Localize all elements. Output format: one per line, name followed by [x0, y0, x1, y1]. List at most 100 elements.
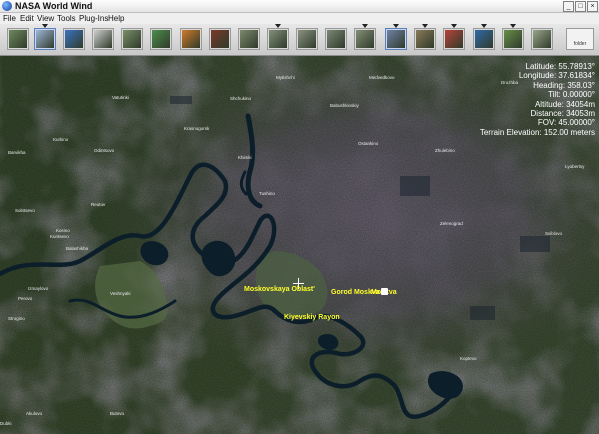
town-label[interactable]: Vatutinki [112, 95, 129, 100]
dropdown-arrow-icon[interactable] [451, 24, 457, 28]
folder-label: folder [573, 41, 587, 47]
town-label[interactable]: Izmaylovo [28, 286, 48, 291]
layer-weather-icon [182, 30, 200, 48]
layer-weather-button[interactable] [180, 28, 202, 50]
town-label[interactable]: Babushkinskiy [330, 103, 359, 108]
town-label[interactable]: Butovo [110, 411, 124, 416]
dropdown-arrow-icon[interactable] [393, 24, 399, 28]
readout-line: Altitude: 34054m [534, 99, 595, 109]
satellite-button[interactable] [7, 28, 29, 50]
grid-button[interactable] [34, 28, 56, 50]
menu-bar: File Edit View Tools Plug-Ins Help [0, 13, 599, 24]
town-label[interactable]: Mytishchi [276, 75, 295, 80]
magnifier-icon [94, 30, 112, 48]
position-readout: Latitude: 55.78913° Longitude: 37.61834° H… [480, 62, 595, 137]
layer-scene-button[interactable] [267, 28, 289, 50]
application-window: NASA World Wind _ □ × File Edit View Too… [0, 0, 599, 434]
town-label[interactable]: Akulovo [26, 411, 42, 416]
layer-scene-button[interactable] [238, 28, 260, 50]
dropdown-arrow-icon[interactable] [362, 24, 368, 28]
place-names-button[interactable] [531, 28, 553, 50]
compass-button[interactable] [473, 28, 495, 50]
layer-scene-icon [356, 30, 374, 48]
menu-help[interactable]: Help [108, 13, 124, 24]
town-label[interactable]: Solntsevo [15, 208, 35, 213]
window-title: NASA World Wind [15, 1, 93, 11]
layer-city-icon [387, 30, 405, 48]
town-label[interactable]: Reutov [91, 202, 105, 207]
town-label[interactable]: Zhulebino [435, 148, 455, 153]
town-label[interactable]: Strogino [8, 316, 25, 321]
close-button[interactable]: × [587, 1, 598, 12]
town-label[interactable]: Krasnogorsk [184, 126, 209, 131]
layer-scene-icon [298, 30, 316, 48]
globe-button[interactable] [63, 28, 85, 50]
readout-line: Longitude: 37.61834° [518, 71, 595, 81]
town-label[interactable]: Shchukino [230, 96, 251, 101]
world-wind-globe-icon [2, 1, 12, 11]
toolbar: folder [0, 24, 599, 56]
town-label[interactable]: Lyubertsy [565, 164, 584, 169]
town-label[interactable]: Sviblovo [545, 231, 562, 236]
town-label[interactable]: Kosino [56, 228, 70, 233]
dropdown-arrow-icon[interactable] [275, 24, 281, 28]
town-label[interactable]: Zelenograd [440, 221, 463, 226]
readout-line: Heading: 358.03° [533, 80, 595, 90]
grid-icon [36, 30, 54, 48]
maximize-button[interactable]: □ [575, 1, 586, 12]
menu-file[interactable]: File [3, 13, 16, 24]
folder-button[interactable]: folder [566, 28, 594, 50]
dropdown-arrow-icon[interactable] [510, 24, 516, 28]
dropdown-arrow-icon[interactable] [422, 24, 428, 28]
layer-scene-icon [269, 30, 287, 48]
minimize-button[interactable]: _ [563, 1, 574, 12]
layer-map-button[interactable] [150, 28, 172, 50]
menu-tools[interactable]: Tools [57, 13, 76, 24]
dropdown-arrow-icon[interactable] [481, 24, 487, 28]
readout-line: Terrain Elevation: 152.00 meters [479, 127, 595, 137]
layer-flag-button[interactable] [443, 28, 465, 50]
usa-map-icon [504, 30, 522, 48]
town-label[interactable]: Veshnyaki [110, 291, 131, 296]
town-label[interactable]: Khimki [238, 155, 252, 160]
town-label[interactable]: Tushino [259, 191, 275, 196]
usa-map-button[interactable] [502, 28, 524, 50]
satellite-icon [9, 30, 27, 48]
readout-line: FOV: 45.00000° [537, 118, 595, 128]
town-label[interactable]: Odintsovo [94, 148, 114, 153]
layer-scene-button[interactable] [325, 28, 347, 50]
town-label[interactable]: Koptevo [460, 356, 477, 361]
town-label[interactable]: Barvikha [8, 150, 26, 155]
town-label[interactable]: Kuntsevo [50, 234, 69, 239]
town-label[interactable]: Kurkino [53, 137, 68, 142]
town-label[interactable]: Ostankino [358, 141, 378, 146]
town-label[interactable]: Dubki [0, 421, 12, 426]
town-label[interactable]: Balashikha [66, 246, 88, 251]
readout-line: Latitude: 55.78913° [525, 62, 595, 71]
menu-plugins[interactable]: Plug-Ins [79, 13, 108, 24]
town-label[interactable]: Medvedkovo [369, 75, 395, 80]
place-label-oblast[interactable]: Moskovskaya Oblast' [244, 286, 315, 293]
layer-scene-button[interactable] [354, 28, 376, 50]
layer-city-button[interactable] [385, 28, 407, 50]
layer-terrain-button[interactable] [414, 28, 436, 50]
layer-map-icon [152, 30, 170, 48]
magnifier-button[interactable] [92, 28, 114, 50]
menu-view[interactable]: View [37, 13, 54, 24]
dropdown-arrow-icon[interactable] [42, 24, 48, 28]
menu-edit[interactable]: Edit [20, 13, 34, 24]
layer-scene-icon [327, 30, 345, 48]
title-bar[interactable]: NASA World Wind _ □ × [0, 0, 599, 13]
layer-scene-button[interactable] [296, 28, 318, 50]
layer-fire-icon [211, 30, 229, 48]
layer-terrain-icon [416, 30, 434, 48]
city-marker-icon[interactable] [381, 288, 388, 295]
readout-line: Distance: 34053m [530, 109, 595, 119]
layer-landsat-button[interactable] [121, 28, 143, 50]
layer-fire-button[interactable] [209, 28, 231, 50]
town-label[interactable]: Perovo [18, 296, 32, 301]
place-label-kiyevskiy[interactable]: Kiyevskiy Rayon [284, 314, 340, 321]
layer-scene-icon [240, 30, 258, 48]
layer-landsat-icon [123, 30, 141, 48]
globe-icon [65, 30, 83, 48]
